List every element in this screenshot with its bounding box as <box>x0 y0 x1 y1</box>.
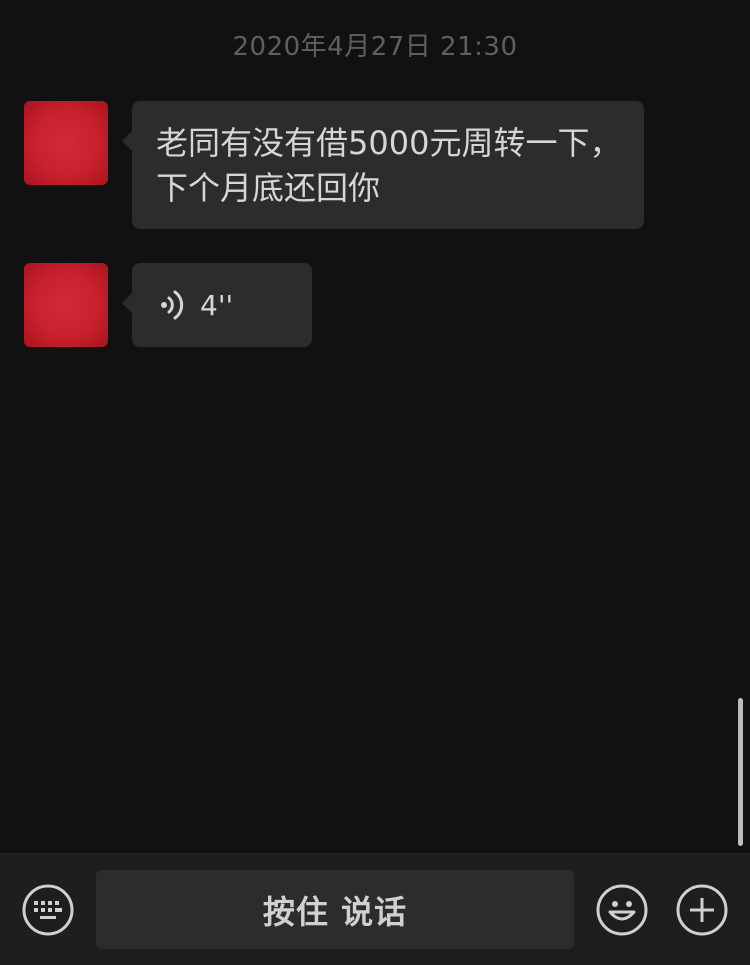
scrollbar[interactable] <box>738 698 743 846</box>
message-text: 老同有没有借5000元周转一下，下个月底还回你 <box>156 124 622 207</box>
text-message-bubble[interactable]: 老同有没有借5000元周转一下，下个月底还回你 <box>122 101 644 229</box>
emoji-icon[interactable] <box>596 884 648 936</box>
avatar[interactable] <box>24 101 108 185</box>
chat-area[interactable]: 2020年4月27日 21:30 老同有没有借5000元周转一下，下个月底还回你… <box>0 0 750 853</box>
avatar[interactable] <box>24 263 108 347</box>
input-bar: 按住 说话 <box>0 853 750 965</box>
message-timestamp: 2020年4月27日 21:30 <box>232 32 518 62</box>
hold-to-talk-button[interactable]: 按住 说话 <box>96 870 574 949</box>
voice-duration: 4'' <box>200 288 234 322</box>
voice-message-bubble[interactable]: 4'' <box>122 263 312 347</box>
keyboard-icon[interactable] <box>22 884 74 936</box>
plus-icon[interactable] <box>676 884 728 936</box>
voice-wave-icon <box>161 290 184 320</box>
